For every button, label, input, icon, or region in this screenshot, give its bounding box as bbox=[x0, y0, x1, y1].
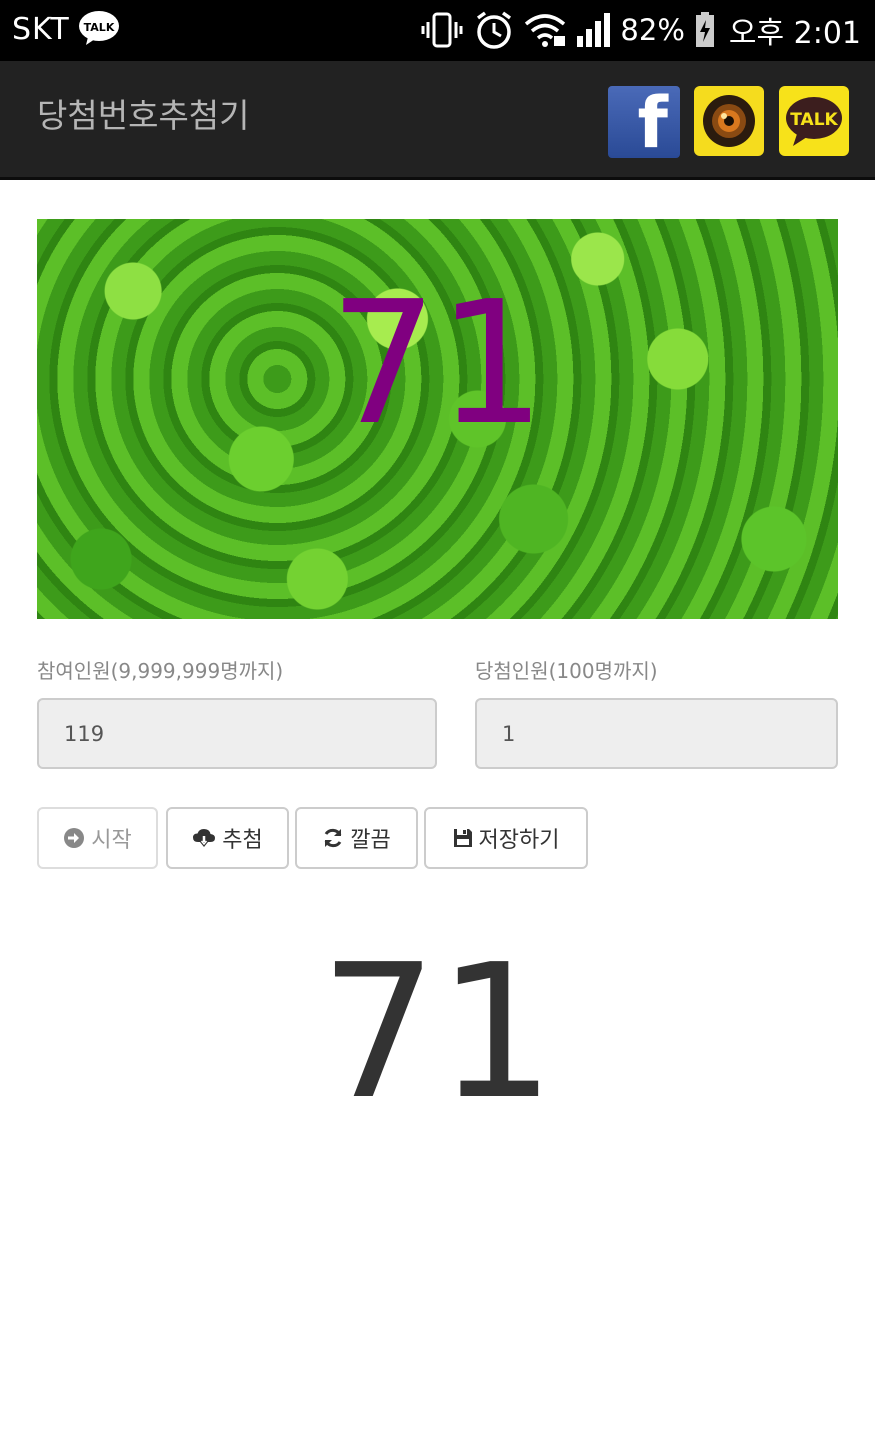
kakaotalk-notification-icon: TALK bbox=[79, 11, 119, 45]
battery-charging-icon bbox=[695, 10, 715, 50]
battery-percent: 82% bbox=[620, 13, 685, 47]
clear-button-label: 깔끔 bbox=[350, 828, 391, 853]
arrow-circle-right-icon bbox=[64, 828, 85, 848]
winners-input[interactable] bbox=[475, 698, 838, 769]
clover-banner: 71 bbox=[37, 219, 838, 619]
carrier-label: SKT bbox=[12, 12, 70, 47]
participants-input[interactable] bbox=[37, 698, 437, 769]
floppy-disk-icon bbox=[453, 829, 472, 847]
kakaostory-icon bbox=[703, 95, 755, 147]
action-bar: 당첨번호추첨기 f TALK bbox=[0, 61, 875, 180]
cloud-download-icon bbox=[193, 829, 216, 847]
start-button[interactable]: 시작 bbox=[37, 807, 158, 869]
refresh-icon bbox=[324, 828, 342, 848]
status-bar: SKT TALK 82% 오후 2:01 bbox=[0, 0, 875, 61]
vibrate-icon bbox=[420, 10, 464, 50]
kakaostory-share-button[interactable] bbox=[694, 86, 764, 156]
kakaotalk-label: TALK bbox=[790, 110, 838, 130]
clear-button[interactable]: 깔끔 bbox=[295, 807, 418, 869]
kakaotalk-icon: TALK bbox=[786, 97, 842, 146]
alarm-icon bbox=[474, 10, 514, 50]
notification-text: TALK bbox=[84, 21, 115, 34]
app-title: 당첨번호추첨기 bbox=[37, 96, 250, 135]
clock: 오후 2:01 bbox=[728, 16, 861, 51]
start-button-label: 시작 bbox=[91, 828, 132, 853]
save-button[interactable]: 저장하기 bbox=[424, 807, 588, 869]
result-number: 71 bbox=[319, 924, 556, 1140]
participants-label: 참여인원(9,999,999명까지) bbox=[37, 659, 284, 683]
signal-icon bbox=[576, 10, 611, 50]
status-icons: 82% 오후 2:01 bbox=[420, 8, 861, 52]
winners-label: 당첨인원(100명까지) bbox=[475, 659, 658, 683]
facebook-share-button[interactable]: f bbox=[608, 86, 680, 158]
draw-button[interactable]: 추첨 bbox=[166, 807, 289, 869]
draw-button-label: 추첨 bbox=[222, 828, 263, 853]
banner-number: 71 bbox=[329, 265, 546, 463]
facebook-icon: f bbox=[637, 86, 668, 158]
kakaotalk-share-button[interactable]: TALK bbox=[779, 86, 849, 156]
wifi-icon bbox=[524, 10, 566, 50]
save-button-label: 저장하기 bbox=[478, 828, 560, 853]
